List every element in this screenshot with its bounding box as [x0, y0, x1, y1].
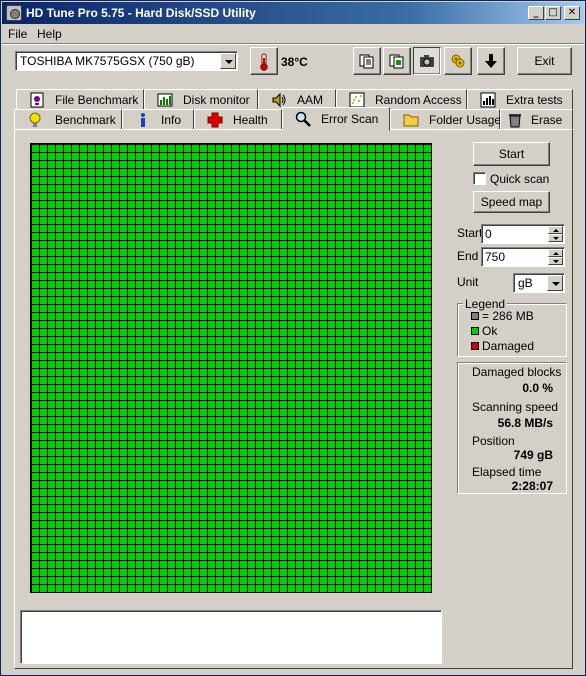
damaged-blocks-label: Damaged blocks	[472, 365, 562, 379]
unit-select[interactable]: gB	[513, 273, 565, 293]
scan-block-map	[30, 143, 432, 593]
position-label: Position	[472, 434, 515, 448]
minimize-button[interactable]: _	[528, 6, 544, 20]
chevron-down-icon[interactable]	[220, 53, 236, 69]
options-icon	[451, 54, 465, 68]
drive-select-value: TOSHIBA MK7575GSX (750 gB)	[20, 54, 195, 68]
tab-erase[interactable]: Erase	[500, 109, 573, 130]
copy-screenshot-icon	[389, 54, 404, 69]
extra-tests-icon	[480, 92, 496, 108]
tab-row-bottom: Benchmark Info Health Error Scan Folder …	[14, 107, 573, 131]
screenshot-button[interactable]	[413, 47, 441, 75]
legend-ok-label: Ok	[482, 324, 498, 338]
app-window: HD Tune Pro 5.75 - Hard Disk/SSD Utility…	[0, 0, 586, 676]
temperature-button[interactable]	[250, 47, 278, 75]
hdtune-app-icon	[6, 5, 22, 21]
tab-label: Benchmark	[55, 113, 116, 127]
scan-grid	[31, 144, 431, 592]
menu-file[interactable]: File	[8, 27, 27, 41]
file-benchmark-icon	[30, 92, 44, 108]
start-scan-button[interactable]: Start	[473, 142, 550, 166]
toolbar-divider	[2, 43, 584, 45]
tab-label: Error Scan	[321, 112, 379, 126]
unit-field-label: Unit	[457, 275, 479, 289]
position-value: 749 gB	[513, 448, 553, 462]
tab-label: Extra tests	[506, 93, 563, 107]
legend-damaged-swatch	[471, 342, 479, 350]
spin-up-icon[interactable]	[548, 249, 563, 257]
tab-label: Info	[161, 113, 182, 127]
temperature-readout: 38°C	[281, 55, 308, 69]
tab-label: AAM	[297, 93, 324, 107]
close-button[interactable]: ✕	[564, 6, 580, 20]
scan-log-area[interactable]	[20, 610, 442, 664]
legend-block-swatch	[471, 312, 479, 320]
folder-icon	[403, 114, 419, 127]
options-button[interactable]	[444, 47, 472, 75]
disk-monitor-icon	[157, 93, 173, 107]
spin-down-icon[interactable]	[548, 257, 563, 265]
thermometer-icon	[260, 53, 268, 71]
tab-label: Health	[233, 113, 268, 127]
exit-button[interactable]: Exit	[517, 47, 572, 75]
menu-help[interactable]: Help	[37, 27, 62, 41]
tab-label: File Benchmark	[55, 93, 139, 107]
copy-text-icon	[359, 54, 374, 69]
tab-disk-monitor[interactable]: Disk monitor	[144, 89, 258, 110]
tab-file-benchmark[interactable]: File Benchmark	[16, 89, 144, 110]
download-arrow-icon	[485, 54, 497, 68]
window-title: HD Tune Pro 5.75 - Hard Disk/SSD Utility	[26, 6, 256, 20]
tab-extra-tests[interactable]: Extra tests	[467, 89, 573, 110]
speaker-icon	[272, 92, 286, 108]
copy-text-button[interactable]	[353, 47, 381, 75]
scanning-speed-value: 56.8 MB/s	[497, 416, 553, 430]
random-access-icon	[349, 92, 365, 108]
save-button[interactable]	[477, 47, 505, 75]
tab-label: Random Access	[375, 93, 462, 107]
tab-label: Folder Usage	[429, 113, 502, 127]
info-icon	[141, 113, 145, 127]
quick-scan-label: Quick scan	[490, 172, 550, 186]
start-position-spinner[interactable]: 0	[481, 224, 565, 244]
legend-ok-swatch	[471, 327, 479, 335]
damaged-blocks-value: 0.0 %	[522, 381, 553, 395]
drive-select[interactable]: TOSHIBA MK7575GSX (750 gB)	[15, 51, 238, 71]
legend-damaged-label: Damaged	[482, 339, 535, 353]
spin-down-icon[interactable]	[548, 234, 563, 242]
tab-health[interactable]: Health	[194, 109, 282, 130]
bulb-icon	[29, 112, 41, 127]
maximize-button[interactable]: □	[545, 6, 561, 20]
legend-block-label: = 286 MB	[482, 309, 534, 323]
menu-bar: File Help	[2, 24, 584, 43]
unit-select-value: gB	[518, 276, 533, 290]
elapsed-time-value: 2:28:07	[511, 479, 553, 493]
speed-map-button[interactable]: Speed map	[473, 191, 550, 213]
camera-icon	[420, 55, 434, 67]
start-position-value: 0	[485, 227, 492, 241]
trash-icon	[509, 114, 521, 128]
tab-folder-usage[interactable]: Folder Usage	[390, 109, 502, 130]
health-cross-icon	[207, 112, 223, 128]
end-position-spinner[interactable]: 750	[481, 247, 565, 267]
tab-label: Disk monitor	[183, 93, 250, 107]
quick-scan-checkbox[interactable]	[473, 172, 486, 185]
start-field-label: Start	[457, 226, 483, 240]
chevron-down-icon[interactable]	[547, 275, 563, 291]
end-field-label: End	[457, 249, 479, 263]
tab-label: Erase	[531, 113, 563, 127]
temperature-value: 38	[281, 55, 295, 69]
scanning-speed-label: Scanning speed	[472, 400, 559, 414]
spin-up-icon[interactable]	[548, 226, 563, 234]
end-position-value: 750	[485, 250, 506, 264]
elapsed-time-label: Elapsed time	[472, 465, 542, 479]
title-bar[interactable]: HD Tune Pro 5.75 - Hard Disk/SSD Utility…	[2, 2, 584, 24]
temperature-unit: °C	[294, 55, 308, 69]
tab-info[interactable]: Info	[122, 109, 194, 130]
tab-error-scan[interactable]: Error Scan	[282, 107, 390, 131]
magnifier-icon	[295, 111, 311, 127]
copy-screenshot-button[interactable]	[383, 47, 411, 75]
tab-benchmark[interactable]: Benchmark	[14, 109, 122, 130]
